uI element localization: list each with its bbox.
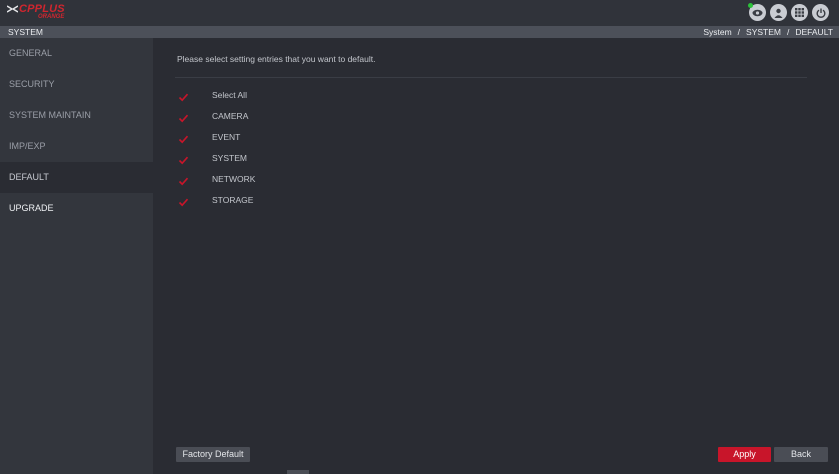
checkbox-checked-icon[interactable] [178, 174, 189, 185]
logo-subtext: ORANGE [38, 14, 65, 20]
page-title: SYSTEM [8, 27, 43, 37]
top-toolbar [748, 3, 829, 22]
sidebar-item-security[interactable]: SECURITY [0, 69, 153, 100]
breadcrumb-item[interactable]: SYSTEM [746, 26, 781, 38]
sidebar-item-general[interactable]: GENERAL [0, 38, 153, 69]
divider [175, 77, 807, 78]
online-status-dot [748, 3, 753, 8]
checkbox-checked-icon[interactable] [178, 153, 189, 164]
breadcrumb-separator: / [786, 27, 790, 37]
sidebar-item-system-maintain[interactable]: SYSTEM MAINTAIN [0, 100, 153, 131]
user-icon[interactable] [770, 4, 787, 21]
option-label: EVENT [212, 132, 241, 142]
breadcrumb-separator: / [737, 27, 741, 37]
sidebar-item-imp-exp[interactable]: IMP/EXP [0, 131, 153, 162]
power-icon[interactable] [812, 4, 829, 21]
breadcrumb: System / SYSTEM / DEFAULT [703, 26, 833, 38]
breadcrumb-item[interactable]: System [703, 26, 731, 38]
option-select-all[interactable]: Select All [178, 88, 378, 102]
main-panel: Please select setting entries that you w… [153, 38, 839, 474]
option-camera[interactable]: CAMERA [178, 109, 378, 123]
live-view-icon[interactable] [748, 3, 766, 21]
option-label: CAMERA [212, 111, 249, 121]
grid-menu-icon[interactable] [791, 4, 808, 21]
logo-mark-icon [7, 5, 18, 13]
option-label: SYSTEM [212, 153, 247, 163]
checkbox-checked-icon[interactable] [178, 111, 189, 122]
title-bar: SYSTEM System / SYSTEM / DEFAULT [0, 26, 839, 38]
option-label: STORAGE [212, 195, 254, 205]
sidebar: GENERAL SECURITY SYSTEM MAINTAIN IMP/EXP… [0, 38, 153, 474]
option-label: Select All [212, 90, 247, 100]
apply-button[interactable]: Apply [718, 447, 771, 462]
sidebar-item-upgrade[interactable]: UPGRADE [0, 193, 153, 224]
brand-logo: CPPLUS ORANGE [7, 3, 67, 23]
factory-default-button[interactable]: Factory Default [176, 447, 250, 462]
option-network[interactable]: NETWORK [178, 172, 378, 186]
instruction-text: Please select setting entries that you w… [177, 54, 376, 64]
back-button[interactable]: Back [774, 447, 828, 462]
top-bar: CPPLUS ORANGE [0, 0, 839, 26]
option-event[interactable]: EVENT [178, 130, 378, 144]
checkbox-checked-icon[interactable] [178, 90, 189, 101]
checkbox-checked-icon[interactable] [178, 195, 189, 206]
option-label: NETWORK [212, 174, 256, 184]
option-system[interactable]: SYSTEM [178, 151, 378, 165]
checkbox-checked-icon[interactable] [178, 132, 189, 143]
option-storage[interactable]: STORAGE [178, 193, 378, 207]
bottom-tab-handle[interactable] [287, 470, 309, 474]
breadcrumb-item-current: DEFAULT [795, 27, 833, 37]
sidebar-item-default[interactable]: DEFAULT [0, 162, 153, 193]
